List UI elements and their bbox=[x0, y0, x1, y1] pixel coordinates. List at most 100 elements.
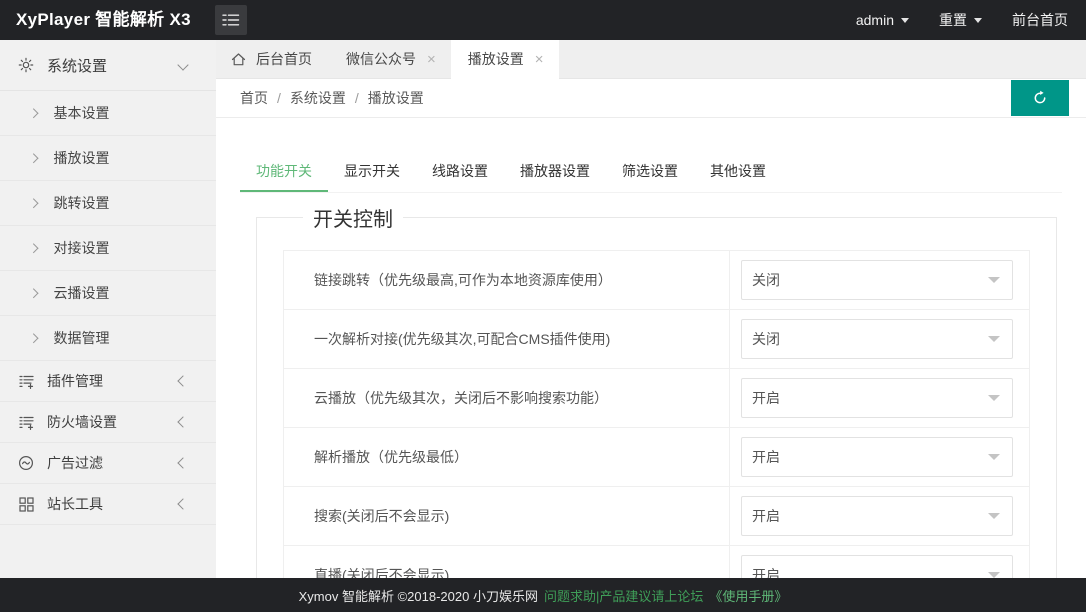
dropdown-arrow-icon bbox=[988, 277, 1000, 283]
search-select[interactable]: 开启 bbox=[741, 496, 1013, 536]
tab-filter-settings[interactable]: 筛选设置 bbox=[606, 152, 694, 192]
close-icon[interactable]: × bbox=[427, 52, 436, 67]
list-plus-icon bbox=[18, 373, 34, 389]
chevron-right-icon bbox=[29, 333, 38, 342]
sidebar-item-docking-settings[interactable]: 对接设置 bbox=[0, 226, 216, 271]
sidebar-group-label: 插件管理 bbox=[47, 371, 103, 391]
tab-function-switch[interactable]: 功能开关 bbox=[240, 152, 328, 192]
sidebar-item-cloud-play-settings[interactable]: 云播设置 bbox=[0, 271, 216, 316]
refresh-icon bbox=[1031, 89, 1049, 107]
chevron-left-icon bbox=[177, 457, 188, 468]
breadcrumb-separator: / bbox=[355, 90, 359, 106]
list-plus-icon bbox=[18, 414, 34, 430]
dropdown-arrow-icon bbox=[988, 454, 1000, 460]
footer-manual-link[interactable]: 《使用手册》 bbox=[709, 586, 787, 605]
gear-icon bbox=[18, 57, 34, 73]
caret-down-icon bbox=[974, 18, 982, 23]
footer-copyright: Xymov 智能解析 ©2018-2020 小刀娱乐网 bbox=[299, 586, 538, 605]
sidebar-group-label: 站长工具 bbox=[47, 494, 103, 514]
row-label: 链接跳转（优先级最高,可作为本地资源库使用） bbox=[284, 251, 730, 310]
sidebar-group-label: 防火墙设置 bbox=[47, 412, 117, 432]
frontend-home-label: 前台首页 bbox=[1012, 10, 1068, 30]
user-menu-label: admin bbox=[856, 12, 894, 28]
breadcrumb-system-settings[interactable]: 系统设置 bbox=[290, 88, 346, 108]
sidebar-toggle-button[interactable] bbox=[215, 5, 247, 35]
window-tab-play-settings[interactable]: 播放设置 × bbox=[451, 40, 559, 78]
chevron-right-icon bbox=[29, 108, 38, 117]
link-jump-select[interactable]: 关闭 bbox=[741, 260, 1013, 300]
window-tab-label: 播放设置 bbox=[468, 49, 524, 69]
parse-docking-select[interactable]: 关闭 bbox=[741, 319, 1013, 359]
grid-icon bbox=[18, 496, 34, 512]
frontend-home-link[interactable]: 前台首页 bbox=[1012, 10, 1068, 30]
breadcrumb-home[interactable]: 首页 bbox=[240, 88, 268, 108]
chevron-left-icon bbox=[177, 416, 188, 427]
footer-forum-link[interactable]: 问题求助|产品建议请上论坛 bbox=[544, 586, 703, 605]
window-tab-wechat[interactable]: 微信公众号 × bbox=[329, 40, 451, 78]
select-value: 关闭 bbox=[742, 261, 1012, 299]
row-label: 直播(关闭后不会显示) bbox=[284, 546, 730, 579]
chevron-down-icon bbox=[177, 59, 188, 70]
dropdown-arrow-icon bbox=[988, 336, 1000, 342]
table-row: 搜索(关闭后不会显示) 开启 bbox=[284, 487, 1030, 546]
tab-line-settings[interactable]: 线路设置 bbox=[416, 152, 504, 192]
breadcrumb-separator: / bbox=[277, 90, 281, 106]
select-value: 开启 bbox=[742, 497, 1012, 535]
select-value: 关闭 bbox=[742, 320, 1012, 358]
window-tab-bar: 后台首页 微信公众号 × 播放设置 × bbox=[216, 40, 1086, 79]
sidebar-item-label: 跳转设置 bbox=[54, 193, 110, 213]
sidebar-group-firewall-settings[interactable]: 防火墙设置 bbox=[0, 402, 216, 443]
sidebar-item-label: 数据管理 bbox=[54, 328, 110, 348]
chevron-right-icon bbox=[29, 153, 38, 162]
tab-display-switch[interactable]: 显示开关 bbox=[328, 152, 416, 192]
row-label: 一次解析对接(优先级其次,可配合CMS插件使用) bbox=[284, 310, 730, 369]
tab-player-settings[interactable]: 播放器设置 bbox=[504, 152, 606, 192]
live-select[interactable]: 开启 bbox=[741, 555, 1013, 578]
sidebar-group-system-settings[interactable]: 系统设置 bbox=[0, 40, 216, 91]
caret-down-icon bbox=[901, 18, 909, 23]
home-icon bbox=[231, 52, 246, 67]
user-menu[interactable]: admin bbox=[856, 12, 909, 28]
chevron-left-icon bbox=[177, 375, 188, 386]
chevron-right-icon bbox=[29, 198, 38, 207]
sidebar-group-webmaster-tools[interactable]: 站长工具 bbox=[0, 484, 216, 525]
select-value: 开启 bbox=[742, 438, 1012, 476]
dropdown-arrow-icon bbox=[988, 513, 1000, 519]
sidebar-group-plugin-management[interactable]: 插件管理 bbox=[0, 361, 216, 402]
sidebar-item-basic-settings[interactable]: 基本设置 bbox=[0, 91, 216, 136]
sidebar-item-play-settings[interactable]: 播放设置 bbox=[0, 136, 216, 181]
sidebar-group-ad-filter[interactable]: 广告过滤 bbox=[0, 443, 216, 484]
sidebar-item-jump-settings[interactable]: 跳转设置 bbox=[0, 181, 216, 226]
cloud-play-select[interactable]: 开启 bbox=[741, 378, 1013, 418]
table-row: 解析播放（优先级最低） 开启 bbox=[284, 428, 1030, 487]
row-label: 云播放（优先级其次，关闭后不影响搜索功能） bbox=[284, 369, 730, 428]
panel-title: 开关控制 bbox=[303, 203, 403, 232]
sidebar-group-label: 系统设置 bbox=[47, 55, 107, 76]
select-value: 开启 bbox=[742, 379, 1012, 417]
refresh-button[interactable] bbox=[1011, 80, 1069, 116]
sidebar-item-data-management[interactable]: 数据管理 bbox=[0, 316, 216, 361]
window-tab-label: 后台首页 bbox=[256, 49, 312, 69]
topbar: XyPlayer 智能解析 X3 admin 重置 前台首页 bbox=[0, 0, 1086, 40]
settings-tab-bar: 功能开关 显示开关 线路设置 播放器设置 筛选设置 其他设置 bbox=[240, 152, 1062, 193]
tab-other-settings[interactable]: 其他设置 bbox=[694, 152, 782, 192]
close-icon[interactable]: × bbox=[535, 52, 544, 67]
footer-bar: Xymov 智能解析 ©2018-2020 小刀娱乐网 问题求助|产品建议请上论… bbox=[0, 578, 1086, 612]
breadcrumb-bar: 首页 / 系统设置 / 播放设置 bbox=[216, 79, 1086, 118]
table-row: 云播放（优先级其次，关闭后不影响搜索功能） 开启 bbox=[284, 369, 1030, 428]
sidebar-item-label: 播放设置 bbox=[54, 148, 110, 168]
dropdown-arrow-icon bbox=[988, 395, 1000, 401]
chevron-right-icon bbox=[29, 243, 38, 252]
chevron-right-icon bbox=[29, 288, 38, 297]
reset-menu-label: 重置 bbox=[939, 10, 967, 30]
sidebar-item-label: 云播设置 bbox=[54, 283, 110, 303]
sidebar-item-label: 基本设置 bbox=[54, 103, 110, 123]
window-tab-label: 微信公众号 bbox=[346, 49, 416, 69]
table-row: 一次解析对接(优先级其次,可配合CMS插件使用) 关闭 bbox=[284, 310, 1030, 369]
menu-list-icon bbox=[222, 13, 240, 27]
reset-menu[interactable]: 重置 bbox=[939, 10, 982, 30]
parse-play-select[interactable]: 开启 bbox=[741, 437, 1013, 477]
chevron-left-icon bbox=[177, 498, 188, 509]
window-tab-dashboard[interactable]: 后台首页 bbox=[216, 40, 329, 78]
select-value: 开启 bbox=[742, 556, 1012, 578]
